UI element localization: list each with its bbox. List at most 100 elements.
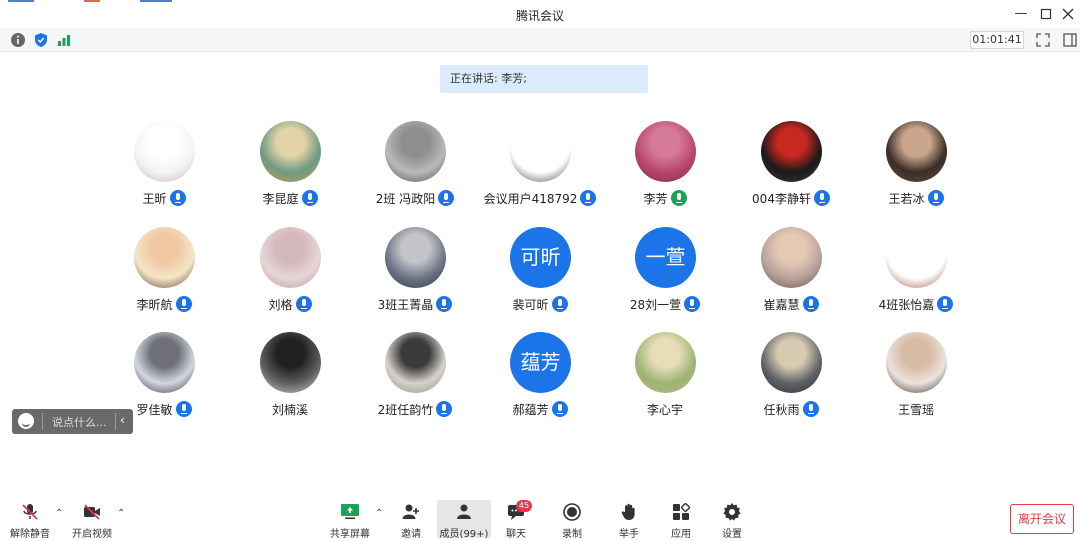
share-screen-label: 共享屏幕	[330, 529, 370, 540]
participant-name-text: 004李静轩	[752, 192, 811, 206]
mic-icon	[436, 401, 453, 417]
participant-tile[interactable]: 王昕	[101, 121, 227, 221]
participant-tile[interactable]: 4班张怡嘉	[853, 227, 979, 327]
participant-name: 004李静轩	[728, 190, 854, 208]
participant-tile[interactable]: 3班王菁晶	[352, 227, 478, 327]
participant-name: 王若冰	[853, 190, 979, 208]
hand-icon	[621, 503, 635, 520]
participant-name-text: 罗佳敏	[136, 403, 173, 417]
participant-tile[interactable]: 会议用户418792	[477, 121, 603, 221]
participant-avatar	[260, 227, 321, 288]
start-video-button[interactable]: 开启视频	[64, 500, 120, 540]
participant-tile[interactable]: 崔嘉慧	[728, 227, 854, 327]
raise-hand-button[interactable]: 举手	[601, 500, 657, 540]
participant-tile[interactable]: 蕴芳 郝蕴芳	[477, 332, 603, 432]
maximize-icon[interactable]	[1038, 6, 1054, 22]
participant-tile[interactable]: 可昕 裴可昕	[477, 227, 603, 327]
participant-name: 28刘一萱	[602, 296, 728, 314]
close-icon[interactable]	[1060, 6, 1076, 22]
participant-tile[interactable]: 任秋雨	[728, 332, 854, 432]
participant-avatar	[510, 121, 571, 182]
mic-icon	[301, 190, 318, 206]
participant-tile[interactable]: 李昆庭	[227, 121, 353, 221]
share-screen-button[interactable]: 共享屏幕	[322, 500, 378, 540]
info-bar: 01:01:41	[0, 28, 1080, 52]
members-label: 成员(99+)	[439, 529, 489, 540]
participant-tile[interactable]: 004李静轩	[728, 121, 854, 221]
participant-name: 王昕	[101, 190, 227, 208]
participant-name-text: 4班张怡嘉	[878, 298, 935, 312]
mic-muted-icon	[22, 504, 38, 520]
mic-icon	[670, 190, 687, 206]
settings-button[interactable]: 设置	[704, 500, 760, 540]
unmute-button[interactable]: 解除静音	[2, 500, 58, 540]
title-bar: 腾讯会议 —	[0, 0, 1080, 28]
participant-avatar: 蕴芳	[510, 332, 571, 393]
video-off-icon	[84, 504, 100, 520]
participant-tile[interactable]: 李昕航	[101, 227, 227, 327]
shield-icon[interactable]	[33, 32, 49, 48]
settings-label: 设置	[722, 529, 742, 540]
start-video-label: 开启视频	[72, 529, 112, 540]
speaking-indicator: 正在讲话: 李芳;	[440, 65, 648, 93]
apps-button[interactable]: 应用	[653, 500, 709, 540]
emoji-icon[interactable]	[18, 413, 34, 429]
participant-name: 崔嘉慧	[728, 296, 854, 314]
collapse-icon[interactable]: ‹	[120, 413, 125, 427]
mic-icon	[436, 296, 453, 312]
participant-name-text: 28刘一萱	[629, 298, 682, 312]
apps-label: 应用	[671, 529, 691, 540]
mic-icon	[551, 296, 568, 312]
mic-icon	[175, 401, 192, 417]
participant-name-text: 郝蕴芳	[512, 403, 549, 417]
members-button[interactable]: 成员(99+)	[437, 500, 491, 540]
participant-name-text: 李昆庭	[262, 192, 299, 206]
participant-avatar	[886, 227, 947, 288]
leave-meeting-button[interactable]: 离开会议	[1010, 504, 1074, 534]
participant-tile[interactable]: 王若冰	[853, 121, 979, 221]
participant-tile[interactable]: 刘格	[227, 227, 353, 327]
participant-tile[interactable]: 刘楠溪	[227, 332, 353, 432]
video-options-icon[interactable]: ⌃	[117, 508, 125, 519]
participant-name: 刘格	[227, 296, 353, 314]
participant-name-text: 刘格	[268, 298, 293, 312]
participant-tile[interactable]: 李心宇	[602, 332, 728, 432]
participant-name: 李昆庭	[227, 190, 353, 208]
participant-name: 王雪瑶	[853, 401, 979, 419]
participant-tile[interactable]: 2班任韵竹	[352, 332, 478, 432]
layout-icon[interactable]	[1062, 32, 1078, 48]
participant-avatar: 一萱	[635, 227, 696, 288]
fullscreen-icon[interactable]	[1035, 32, 1051, 48]
participant-avatar	[761, 332, 822, 393]
participant-name: 李心宇	[602, 401, 728, 419]
participant-tile[interactable]: 2班 冯政阳	[352, 121, 478, 221]
participant-avatar	[886, 121, 947, 182]
participant-avatar: 可昕	[510, 227, 571, 288]
participant-name-text: 李心宇	[646, 403, 683, 417]
minimize-icon[interactable]: —	[1013, 6, 1029, 22]
audio-options-icon[interactable]: ⌃	[55, 508, 63, 519]
invite-button[interactable]: 邀请	[383, 500, 439, 540]
participant-tile[interactable]: 王雪瑶	[853, 332, 979, 432]
record-button[interactable]: 录制	[544, 500, 600, 540]
mic-icon	[927, 190, 944, 206]
divider	[42, 413, 43, 430]
share-screen-icon	[341, 504, 359, 519]
mic-icon	[580, 190, 597, 206]
participant-tile[interactable]: 一萱 28刘一萱	[602, 227, 728, 327]
meeting-toolbar: 解除静音 ⌃ 开启视频 ⌃ 共享屏幕 ⌃ 邀请 成员(99+) 聊天 录制 举手…	[0, 494, 1080, 541]
participant-name-text: 崔嘉慧	[763, 298, 800, 312]
chat-input-box[interactable]: 说点什么... ‹	[12, 409, 133, 434]
participant-tile[interactable]: 李芳	[602, 121, 728, 221]
participant-avatar	[385, 121, 446, 182]
mic-icon	[813, 190, 830, 206]
chat-label: 聊天	[506, 529, 526, 540]
participant-avatar	[134, 332, 195, 393]
info-icon[interactable]	[10, 32, 26, 48]
raise-hand-label: 举手	[619, 529, 639, 540]
mic-icon	[438, 190, 455, 206]
signal-icon[interactable]	[56, 32, 72, 48]
mic-icon	[175, 296, 192, 312]
chat-placeholder[interactable]: 说点什么...	[52, 414, 107, 430]
chat-unread-badge: 45	[516, 500, 532, 512]
